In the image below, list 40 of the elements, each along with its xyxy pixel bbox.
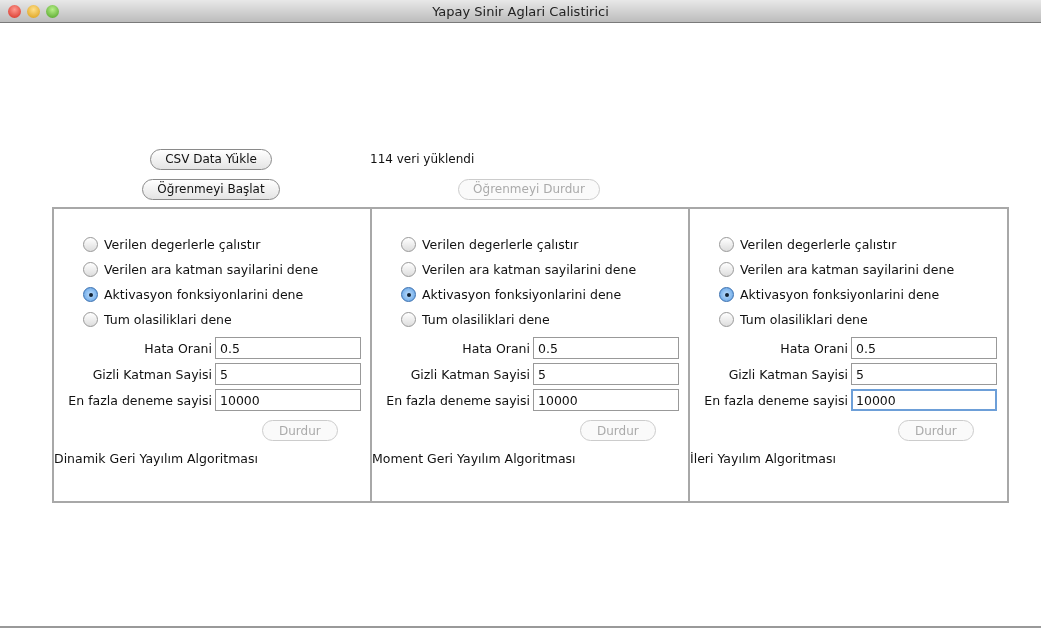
load-csv-button[interactable]: CSV Data Yükle (150, 148, 272, 170)
input-field[interactable]: 10000 (533, 389, 679, 411)
radio-option[interactable]: Aktivasyon fonksiyonlarini dene (83, 285, 370, 304)
radio-option[interactable]: Tum olasiliklari dene (83, 310, 370, 329)
algorithm-label: Moment Geri Yayılım Algoritması (372, 451, 577, 466)
window-title: Yapay Sinir Aglari Calistirici (432, 3, 609, 19)
algorithm-label: İleri Yayılım Algoritması (690, 451, 837, 466)
radio-option[interactable]: Verilen ara katman sayilarini dene (83, 260, 370, 279)
status-text: 114 veri yüklendi (370, 152, 475, 166)
minimize-icon[interactable] (27, 4, 40, 18)
radio-option[interactable]: Verilen degerlerle çalıstır (719, 235, 1007, 254)
radio-option[interactable]: Verilen degerlerle çalıstır (401, 235, 688, 254)
field-label: Gizli Katman Sayisi (91, 366, 213, 382)
radio-option[interactable]: Verilen degerlerle çalıstır (83, 235, 370, 254)
radio-option[interactable]: Tum olasiliklari dene (719, 310, 1007, 329)
field-label: Hata Orani (143, 340, 213, 356)
algorithm-label: Dinamik Geri Yayılım Algoritması (54, 451, 259, 466)
field-label: En fazla deneme sayisi (67, 392, 213, 408)
field-label: En fazla deneme sayisi (385, 392, 531, 408)
field-label: Hata Orani (461, 340, 531, 356)
field-label: Gizli Katman Sayisi (409, 366, 531, 382)
radio-option[interactable]: Tum olasiliklari dene (401, 310, 688, 329)
input-field[interactable]: 5 (533, 363, 679, 385)
radio-option[interactable]: Verilen ara katman sayilarini dene (401, 260, 688, 279)
input-field[interactable]: 0.5 (851, 337, 997, 359)
input-field[interactable]: 10000 (851, 389, 997, 411)
field-label: Gizli Katman Sayisi (727, 366, 849, 382)
input-field[interactable]: 5 (215, 363, 361, 385)
field-label: En fazla deneme sayisi (703, 392, 849, 408)
start-button[interactable]: Öğrenmeyi Başlat (142, 178, 280, 200)
field-label: Hata Orani (779, 340, 849, 356)
close-icon[interactable] (8, 4, 21, 18)
input-field[interactable]: 5 (851, 363, 997, 385)
input-field[interactable]: 10000 (215, 389, 361, 411)
radio-option[interactable]: Aktivasyon fonksiyonlarini dene (719, 285, 1007, 304)
radio-option[interactable]: Verilen ara katman sayilarini dene (719, 260, 1007, 279)
input-field[interactable]: 0.5 (215, 337, 361, 359)
zoom-icon[interactable] (46, 4, 59, 18)
radio-option[interactable]: Aktivasyon fonksiyonlarini dene (401, 285, 688, 304)
input-field[interactable]: 0.5 (533, 337, 679, 359)
